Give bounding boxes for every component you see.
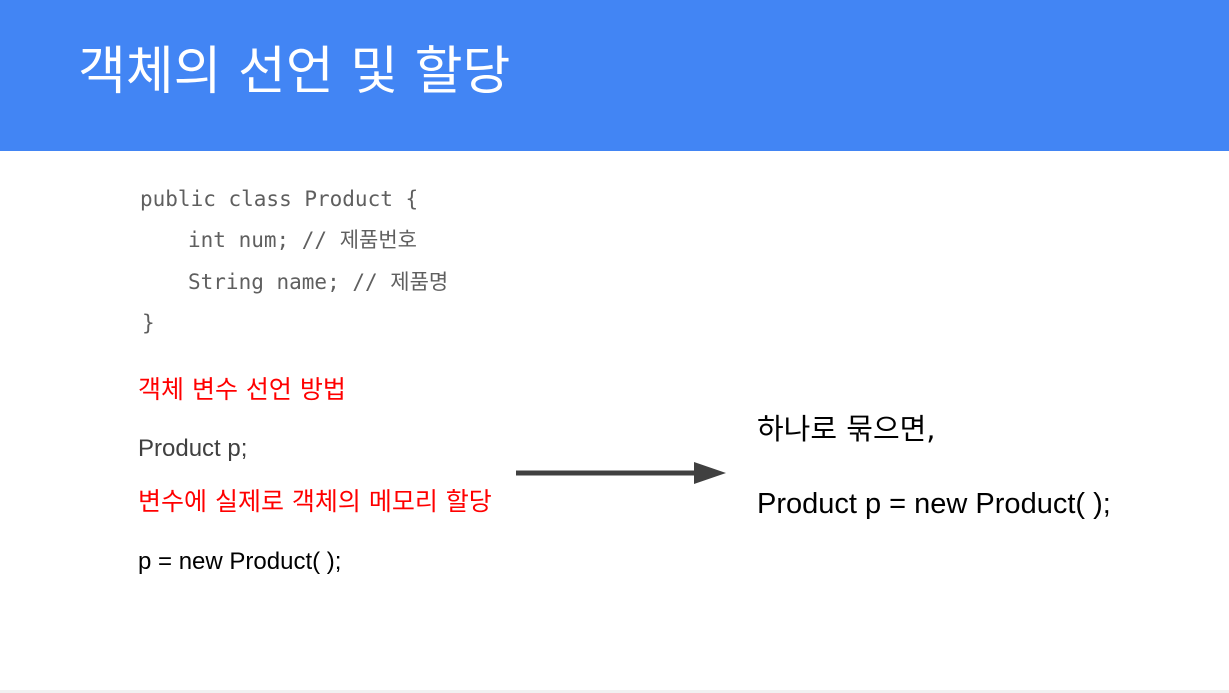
code-line: } <box>142 311 155 335</box>
declare-code: Product p; <box>138 435 248 462</box>
code-line: int num; // 제품번호 <box>188 228 417 252</box>
title-bar: 객체의 선언 및 할당 <box>0 0 1229 151</box>
assign-memory-label: 변수에 실제로 객체의 메모리 할당 <box>138 487 492 516</box>
declare-method-label: 객체 변수 선언 방법 <box>138 375 346 404</box>
code-line: public class Product { <box>140 187 419 211</box>
assign-code: p = new Product( ); <box>138 548 342 575</box>
combined-code: Product p = new Product( ); <box>757 488 1111 520</box>
code-line: String name; // 제품명 <box>188 270 449 294</box>
right-arrow-icon <box>516 462 726 484</box>
combined-label: 하나로 묶으면, <box>757 412 936 446</box>
slide-title: 객체의 선언 및 할당 <box>78 42 511 102</box>
slide: 객체의 선언 및 할당 public class Product { int n… <box>0 0 1229 693</box>
